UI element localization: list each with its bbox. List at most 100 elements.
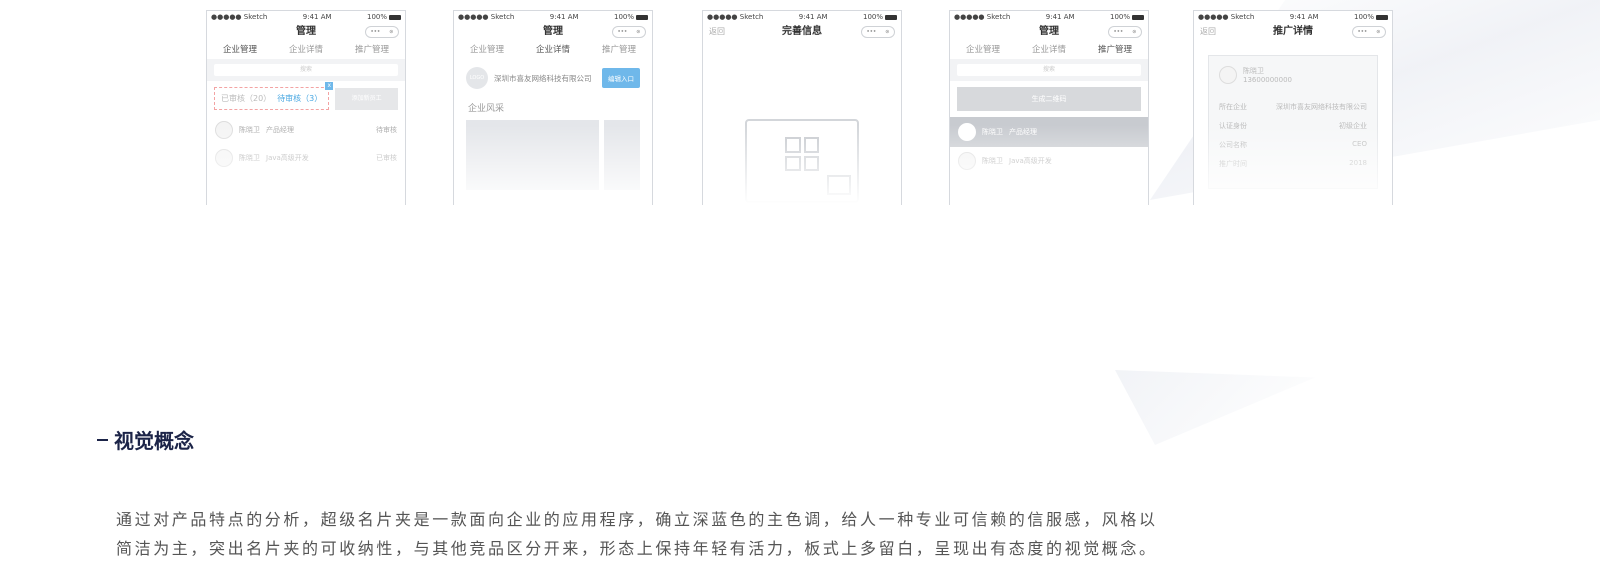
battery-label: 100% [863, 13, 897, 21]
tab-company-detail[interactable]: 企业详情 [536, 41, 570, 59]
more-icon: ••• [617, 29, 628, 35]
gallery [454, 118, 652, 192]
close-icon: ⊙ [1132, 29, 1137, 35]
gallery-image[interactable] [604, 120, 640, 190]
avatar [958, 123, 976, 141]
reviewed-tab[interactable]: 已审核（20） [221, 93, 271, 104]
placeholder-illustration-icon [745, 119, 859, 203]
edit-button[interactable]: 编辑入口 [602, 68, 640, 88]
status-bar: ●●●●● Sketch 9:41 AM 100% [454, 11, 652, 23]
page-title: 管理 [543, 26, 563, 37]
capsule-menu[interactable]: ••• ⊙ [1108, 26, 1142, 38]
status-bar: ●●●●● Sketch 9:41 AM 100% [207, 11, 405, 23]
battery-label: 100% [1354, 13, 1388, 21]
add-staff-button[interactable]: 添加新员工 [335, 87, 398, 110]
search-input[interactable]: 搜索 [957, 64, 1141, 76]
carrier-label: ●●●●● Sketch [1198, 13, 1255, 21]
section-heading: 视觉概念 [97, 425, 194, 454]
clock-label: 9:41 AM [549, 13, 579, 21]
clock-label: 9:41 AM [1045, 13, 1075, 21]
background-shape [1115, 370, 1315, 445]
status-badge: 待审核 [376, 126, 397, 134]
tab-company-manage[interactable]: 企业管理 [223, 41, 257, 59]
more-icon: ••• [866, 29, 877, 35]
list-item[interactable]: 陈晓卫 Java高级开发 [950, 147, 1148, 175]
more-icon: ••• [1357, 29, 1368, 35]
back-button[interactable]: 返回 [709, 23, 725, 41]
carrier-label: ●●●●● Sketch [954, 13, 1011, 21]
carrier-label: ●●●●● Sketch [211, 13, 268, 21]
battery-icon [636, 14, 648, 20]
staff-role: Java高级开发 [1009, 157, 1052, 165]
tab-company-detail[interactable]: 企业详情 [289, 41, 323, 59]
phone-mockup-promotion-manage: ●●●●● Sketch 9:41 AM 100% 管理 ••• ⊙ 企业管理 企… [949, 10, 1149, 205]
generate-qrcode-button[interactable]: 生成二维码 [957, 87, 1141, 111]
page-title: 管理 [296, 26, 316, 37]
filter-bar: 已审核（20） 待审核（3） x 添加新员工 [207, 81, 405, 116]
battery-icon [1376, 14, 1388, 20]
capsule-menu[interactable]: ••• ⊙ [612, 26, 646, 38]
info-key: 所在企业 [1219, 103, 1247, 111]
person-info: 陈晓卫 13600000000 [1219, 66, 1367, 84]
capsule-menu[interactable]: ••• ⊙ [861, 26, 895, 38]
page-title: 完善信息 [782, 26, 822, 37]
phone-mockup-complete-info: ●●●●● Sketch 9:41 AM 100% 返回 完善信息 ••• ⊙ [702, 10, 902, 205]
battery-icon [1132, 14, 1144, 20]
tab-promotion[interactable]: 推广管理 [1098, 41, 1132, 59]
page-title: 推广详情 [1273, 26, 1313, 37]
info-value: 2018 [1349, 159, 1367, 167]
status-bar: ●●●●● Sketch 9:41 AM 100% [950, 11, 1148, 23]
nav-bar: 返回 完善信息 ••• ⊙ [703, 23, 901, 41]
annotation-marker-icon: x [325, 82, 334, 90]
staff-name: 陈晓卫 [239, 154, 260, 162]
gallery-image[interactable] [466, 120, 600, 190]
close-icon: ⊙ [885, 29, 890, 35]
tab-promotion[interactable]: 推广管理 [355, 41, 389, 59]
carrier-label: ●●●●● Sketch [707, 13, 764, 21]
tab-bar: 企业管理 企业详情 推广管理 [950, 41, 1148, 59]
tab-company-manage[interactable]: 企业管理 [966, 41, 1000, 59]
info-row: 公司名称 CEO [1219, 140, 1367, 150]
avatar [1219, 66, 1237, 84]
pending-tab[interactable]: 待审核（3） [277, 93, 322, 104]
battery-icon [389, 14, 401, 20]
tab-bar: 企业管理 企业详情 推广管理 [207, 41, 405, 59]
capsule-menu[interactable]: ••• ⊙ [1352, 26, 1386, 38]
info-key: 公司名称 [1219, 141, 1247, 149]
staff-role: 产品经理 [266, 126, 294, 134]
clock-label: 9:41 AM [798, 13, 828, 21]
list-item[interactable]: 陈晓卫 产品经理 [950, 117, 1148, 147]
heading-dash [97, 438, 108, 441]
page-title: 管理 [1039, 26, 1059, 37]
search-input[interactable]: 搜索 [214, 64, 398, 76]
status-bar: ●●●●● Sketch 9:41 AM 100% [703, 11, 901, 23]
info-row: 推广时间 2018 [1219, 159, 1367, 169]
info-value: CEO [1352, 140, 1367, 148]
avatar [958, 152, 976, 170]
info-key: 认证身份 [1219, 122, 1247, 130]
person-name: 陈晓卫 [1243, 67, 1264, 75]
tab-promotion[interactable]: 推广管理 [602, 41, 636, 59]
avatar [215, 149, 233, 167]
info-value: 深圳市喜友网络科技有限公司 [1276, 103, 1367, 111]
status-bar: ●●●●● Sketch 9:41 AM 100% [1194, 11, 1392, 23]
more-icon: ••• [1113, 29, 1124, 35]
description-paragraph: 通过对产品特点的分析，超级名片夹是一款面向企业的应用程序，确立深蓝色的主色调，给… [116, 505, 1266, 563]
tab-company-manage[interactable]: 企业管理 [470, 41, 504, 59]
section-title: 企业风采 [468, 104, 505, 114]
staff-name: 陈晓卫 [239, 126, 260, 134]
list-item[interactable]: 陈晓卫 Java高级开发 已审核 [207, 144, 405, 172]
company-name: 深圳市喜友网络科技有限公司 [494, 73, 592, 83]
staff-role: Java高级开发 [266, 154, 309, 162]
close-icon: ⊙ [636, 29, 641, 35]
list-item[interactable]: 陈晓卫 产品经理 待审核 [207, 116, 405, 144]
info-value: 初级企业 [1339, 122, 1367, 130]
carrier-label: ●●●●● Sketch [458, 13, 515, 21]
nav-bar: 管理 ••• ⊙ [207, 23, 405, 41]
info-row: 所在企业 深圳市喜友网络科技有限公司 [1219, 102, 1367, 112]
back-button[interactable]: 返回 [1200, 23, 1216, 41]
capsule-menu[interactable]: ••• ⊙ [365, 26, 399, 38]
tab-bar: 企业管理 企业详情 推广管理 [454, 41, 652, 59]
company-logo: LOGO [466, 67, 488, 89]
tab-company-detail[interactable]: 企业详情 [1032, 41, 1066, 59]
